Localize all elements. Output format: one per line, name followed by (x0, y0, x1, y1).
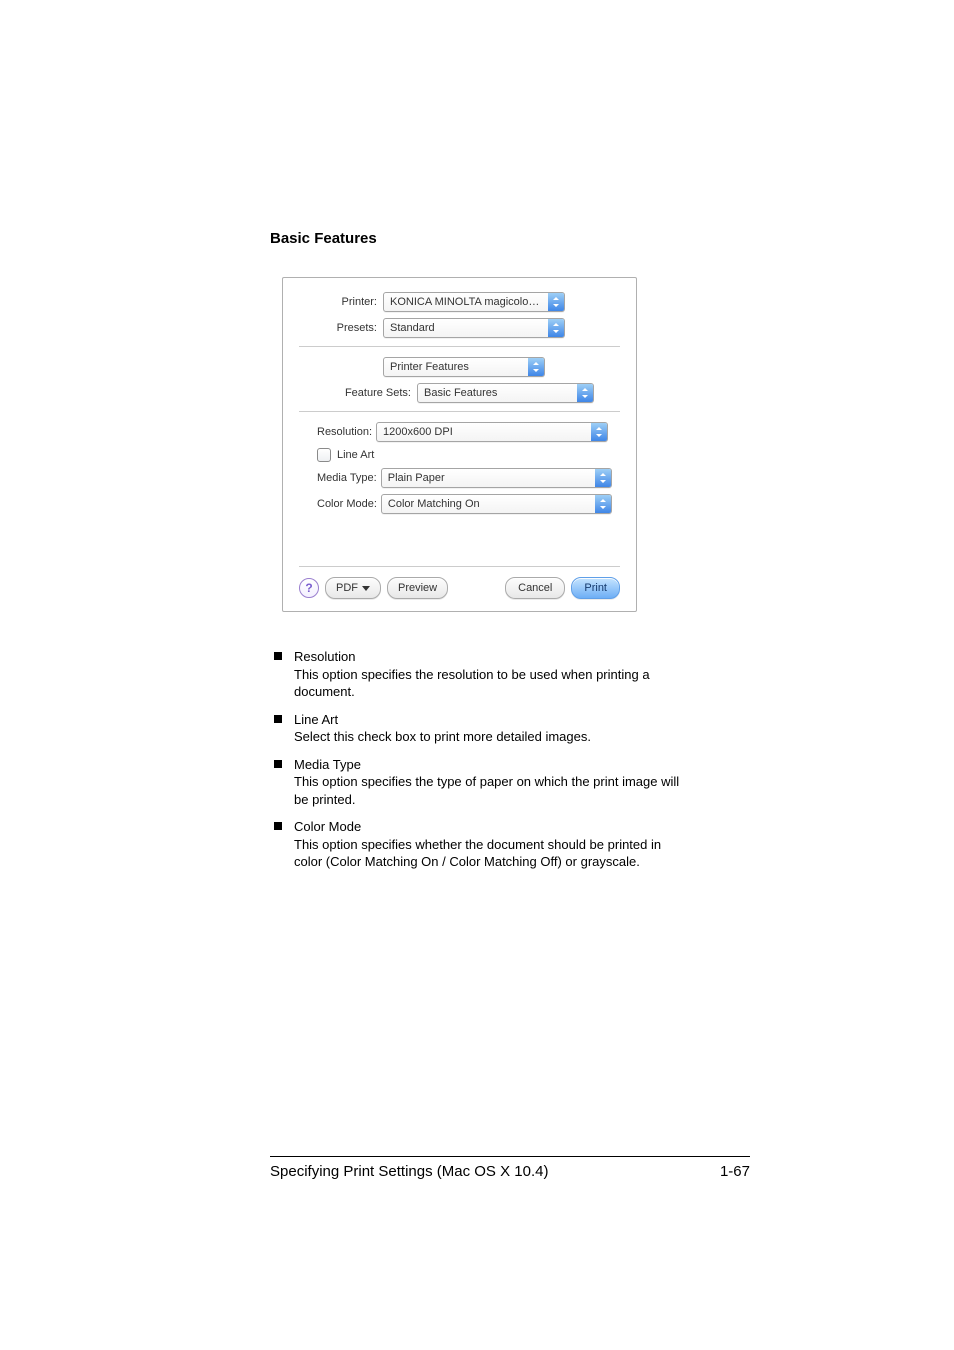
help-button[interactable]: ? (299, 578, 319, 598)
pdf-label: PDF (336, 582, 358, 594)
preview-label: Preview (398, 582, 437, 594)
pdf-button[interactable]: PDF (325, 577, 381, 599)
printer-label: Printer: (299, 296, 383, 308)
divider (299, 346, 620, 347)
bullet-square-icon (274, 822, 282, 830)
resolution-label: Resolution: (317, 426, 376, 438)
bullet-head: Media Type (294, 756, 684, 774)
bullet-item: Color Mode This option specifies whether… (270, 818, 684, 871)
page-footer: Specifying Print Settings (Mac OS X 10.4… (270, 1156, 750, 1180)
footer-text: Specifying Print Settings (Mac OS X 10.4… (270, 1163, 548, 1180)
bullet-head: Resolution (294, 648, 684, 666)
cancel-button[interactable]: Cancel (505, 577, 565, 599)
feature-sets-select[interactable]: Basic Features (417, 383, 594, 403)
chevron-updown-icon (548, 293, 564, 311)
bullet-body: This option specifies the type of paper … (294, 773, 684, 808)
bullet-head: Color Mode (294, 818, 684, 836)
bullet-body: Select this check box to print more deta… (294, 728, 684, 746)
panel-select[interactable]: Printer Features (383, 357, 545, 377)
presets-value: Standard (384, 322, 548, 334)
resolution-value: 1200x600 DPI (377, 426, 591, 438)
color-mode-label: Color Mode: (317, 498, 381, 510)
page-number: 1-67 (720, 1163, 750, 1180)
color-mode-value: Color Matching On (382, 498, 595, 510)
bullet-square-icon (274, 760, 282, 768)
chevron-updown-icon (591, 423, 607, 441)
feature-sets-label: Feature Sets: (299, 387, 417, 399)
print-label: Print (584, 582, 607, 594)
chevron-updown-icon (528, 358, 544, 376)
help-icon: ? (305, 581, 312, 595)
bullet-item: Resolution This option specifies the res… (270, 648, 684, 701)
presets-select[interactable]: Standard (383, 318, 565, 338)
media-type-value: Plain Paper (382, 472, 595, 484)
bullet-body: This option specifies the resolution to … (294, 666, 684, 701)
section-heading: Basic Features (270, 230, 684, 247)
print-dialog: Printer: KONICA MINOLTA magicolor ... Pr… (282, 277, 637, 612)
presets-label: Presets: (299, 322, 383, 334)
cancel-label: Cancel (518, 582, 552, 594)
chevron-updown-icon (577, 384, 593, 402)
printer-select[interactable]: KONICA MINOLTA magicolor ... (383, 292, 565, 312)
chevron-updown-icon (595, 469, 611, 487)
checkbox-icon (317, 448, 331, 462)
chevron-updown-icon (595, 495, 611, 513)
feature-sets-value: Basic Features (418, 387, 577, 399)
resolution-select[interactable]: 1200x600 DPI (376, 422, 608, 442)
preview-button[interactable]: Preview (387, 577, 448, 599)
printer-value: KONICA MINOLTA magicolor ... (384, 296, 548, 308)
feature-descriptions: Resolution This option specifies the res… (270, 648, 684, 871)
footer-rule (270, 1156, 750, 1157)
color-mode-select[interactable]: Color Matching On (381, 494, 612, 514)
print-button[interactable]: Print (571, 577, 620, 599)
line-art-label: Line Art (337, 449, 374, 461)
bullet-head: Line Art (294, 711, 684, 729)
chevron-updown-icon (548, 319, 564, 337)
line-art-checkbox[interactable]: Line Art (317, 448, 612, 462)
bullet-body: This option specifies whether the docume… (294, 836, 684, 871)
media-type-label: Media Type: (317, 472, 381, 484)
bullet-item: Line Art Select this check box to print … (270, 711, 684, 746)
bullet-square-icon (274, 715, 282, 723)
panel-value: Printer Features (384, 361, 528, 373)
bullet-item: Media Type This option specifies the typ… (270, 756, 684, 809)
divider (299, 411, 620, 412)
chevron-down-icon (362, 586, 370, 591)
bullet-square-icon (274, 652, 282, 660)
media-type-select[interactable]: Plain Paper (381, 468, 612, 488)
divider (299, 566, 620, 567)
